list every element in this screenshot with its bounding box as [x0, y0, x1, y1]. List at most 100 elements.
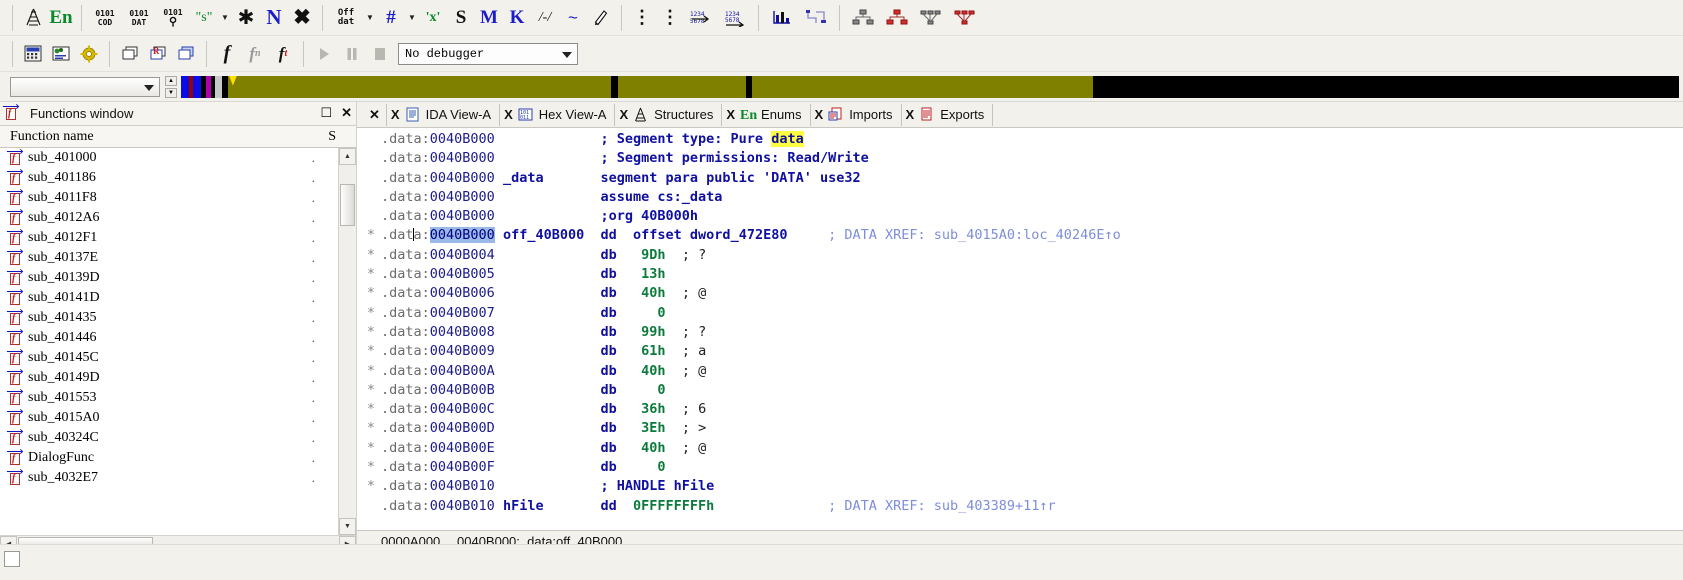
variable-x-icon[interactable]: 'x': [419, 4, 447, 32]
wave-icon[interactable]: ~: [559, 4, 587, 32]
copy-windows-icon[interactable]: [116, 40, 144, 68]
list-colon-icon[interactable]: ⋮: [628, 4, 656, 32]
close-icon[interactable]: X: [726, 107, 735, 122]
debug-run-icon[interactable]: [310, 40, 338, 68]
list-semicolon-icon[interactable]: ⋮: [656, 4, 684, 32]
disassembly-line[interactable]: * .data:0040B009 db 61h ; a: [357, 342, 1683, 361]
disassembly-line[interactable]: * .data:0040B007 db 0: [357, 304, 1683, 323]
function-list-item[interactable]: ⟶ f sub_401553.: [0, 386, 337, 408]
function-fn-icon[interactable]: fn: [241, 40, 269, 68]
keyword-k-icon[interactable]: K: [503, 4, 531, 32]
close-icon[interactable]: ✕: [341, 105, 352, 121]
debug-pause-icon[interactable]: [338, 40, 366, 68]
disassembly-line[interactable]: * .data:0040B00E db 40h ; @: [357, 439, 1683, 458]
debug-stop-icon[interactable]: [366, 40, 394, 68]
close-icon[interactable]: X: [619, 107, 628, 122]
disassembly-line[interactable]: * .data:0040B00F db 0: [357, 458, 1683, 477]
function-list-item[interactable]: ⟶ f sub_4012F1.: [0, 226, 337, 248]
maximize-icon[interactable]: ☐: [320, 105, 332, 121]
function-list-item[interactable]: ⟶ f sub_4011F8.: [0, 186, 337, 208]
enums-en-icon[interactable]: En: [47, 4, 75, 32]
graph-flow-icon[interactable]: [799, 4, 833, 32]
name-n-icon[interactable]: N: [260, 4, 288, 32]
xref-from-icon[interactable]: [846, 4, 880, 32]
scroll-up-arrow-icon[interactable]: ▲: [339, 148, 356, 165]
function-list-item[interactable]: ⟶ f sub_401446.: [0, 326, 337, 348]
jump-address-combo[interactable]: [10, 76, 160, 97]
function-f-icon[interactable]: f: [213, 40, 241, 68]
tab-exports[interactable]: X Exports: [902, 103, 994, 126]
data-0101dat-icon[interactable]: 0101 DAT: [122, 4, 156, 32]
tile-windows-icon[interactable]: [172, 40, 200, 68]
disassembly-line[interactable]: .data:0040B000 assume cs:_data: [357, 188, 1683, 207]
disassembly-line[interactable]: * .data:0040B00B db 0: [357, 381, 1683, 400]
tab-enums[interactable]: X En Enums: [722, 103, 811, 126]
disassembly-line[interactable]: .data:0040B000 _data segment para public…: [357, 169, 1683, 188]
navband-zoom-out[interactable]: ▼: [165, 87, 177, 98]
function-list-item[interactable]: ⟶ f sub_40137E.: [0, 246, 337, 268]
scroll-down-arrow-icon[interactable]: ▼: [339, 518, 356, 535]
disassembly-line[interactable]: * .data:0040B006 db 40h ; @: [357, 284, 1683, 303]
close-icon[interactable]: X: [504, 107, 513, 122]
chevron-down-icon-offset[interactable]: ▼: [363, 4, 377, 32]
disassembly-line[interactable]: * .data:0040B010 ; HANDLE hFile: [357, 477, 1683, 496]
function-list-item[interactable]: ⟶ f sub_4015A0.: [0, 406, 337, 428]
open-subviews-icon[interactable]: [19, 4, 47, 32]
disassembly-line[interactable]: * .data:0040B00C db 36h ; 6: [357, 400, 1683, 419]
function-list-item[interactable]: ⟶ f sub_4032E7.: [0, 466, 337, 488]
tab-imports[interactable]: X Imports: [811, 103, 902, 126]
function-list-item[interactable]: ⟶ f sub_40324C.: [0, 426, 337, 448]
column-header-function-name[interactable]: Function name: [10, 129, 94, 145]
reset-window-icon[interactable]: R: [144, 40, 172, 68]
debugger-select[interactable]: No debugger: [398, 42, 578, 65]
functions-window-titlebar[interactable]: ⟶ f Functions window ☐ ✕: [0, 102, 356, 126]
undefine-asterisk-icon[interactable]: ✱: [232, 4, 260, 32]
view-tabbar[interactable]: ✕ X IDA View-A X 101 011 Hex View-A X Structure…: [357, 102, 1683, 128]
tab-hex-view-a[interactable]: X 101 011 Hex View-A: [500, 103, 616, 126]
hash-number-icon[interactable]: #: [377, 4, 405, 32]
pencil-edit-icon[interactable]: [587, 4, 615, 32]
navband-zoom-in[interactable]: ▲: [165, 75, 177, 86]
call-graph-icon[interactable]: [914, 4, 948, 32]
function-list-item[interactable]: ⟶ f sub_4012A6.: [0, 206, 337, 228]
manual-m-icon[interactable]: M: [475, 4, 503, 32]
close-icon[interactable]: X: [906, 107, 915, 122]
struct-s-icon[interactable]: S: [447, 4, 475, 32]
chevron-down-icon-number[interactable]: ▼: [405, 4, 419, 32]
user-xref-icon[interactable]: [948, 4, 982, 32]
function-list-item[interactable]: ⟶ f sub_401186.: [0, 166, 337, 188]
disassembly-line[interactable]: * .data:0040B000 off_40B000 dd offset dwo…: [357, 226, 1683, 245]
string-quote-icon[interactable]: "s": [190, 4, 218, 32]
tab-structures[interactable]: X Structures: [615, 103, 723, 126]
functions-vertical-scrollbar[interactable]: ▲ ▼: [338, 148, 356, 535]
function-ft-icon[interactable]: ft: [269, 40, 297, 68]
column-header-segment[interactable]: S: [328, 129, 336, 145]
disassembly-line[interactable]: .data:0040B010 hFile dd 0FFFFFFFFh ; DAT…: [357, 497, 1683, 516]
disassembly-line[interactable]: * .data:0040B004 db 9Dh ; ?: [357, 246, 1683, 265]
function-list-item[interactable]: ⟶ f sub_40139D.: [0, 266, 337, 288]
jump-to-icon[interactable]: 1234 5678: [684, 4, 718, 32]
function-list-item[interactable]: ⟶ f DialogFunc.: [0, 446, 337, 468]
disassembly-line[interactable]: * .data:0040B005 db 13h: [357, 265, 1683, 284]
disassembly-line[interactable]: * .data:0040B00D db 3Eh ; >: [357, 419, 1683, 438]
close-icon[interactable]: X: [815, 107, 824, 122]
tab-ida-view-a[interactable]: X IDA View-A: [387, 103, 501, 126]
disassembly-listing[interactable]: .data:0040B000 ; Segment type: Pure data…: [357, 128, 1683, 530]
functions-list[interactable]: ⟶fsub_401000.⟶fsub_401186.⟶fsub_4011F8.⟶…: [0, 148, 337, 535]
disassembly-line[interactable]: .data:0040B000 ; Segment permissions: Re…: [357, 149, 1683, 168]
disassembly-line[interactable]: .data:0040B000 ;org 40B000h: [357, 207, 1683, 226]
array-icon[interactable]: /-/: [531, 4, 559, 32]
function-list-item[interactable]: ⟶ f sub_40141D.: [0, 286, 337, 308]
patch-program-icon[interactable]: [47, 40, 75, 68]
navband-zoom-spinner[interactable]: ▲ ▼: [165, 75, 177, 98]
offset-offdat-icon[interactable]: Off dat: [329, 4, 363, 32]
xref-to-icon[interactable]: [880, 4, 914, 32]
function-list-item[interactable]: ⟶ f sub_401435.: [0, 306, 337, 328]
ascii-0101-icon[interactable]: 0101 ⚲: [156, 4, 190, 32]
function-list-item[interactable]: ⟶ f sub_40149D.: [0, 366, 337, 388]
graph-bar-icon[interactable]: [765, 4, 799, 32]
delete-x-icon[interactable]: ✖: [288, 4, 316, 32]
disassembly-line[interactable]: .data:0040B000 ; Segment type: Pure data: [357, 130, 1683, 149]
function-list-item[interactable]: ⟶f sub_401000.: [0, 148, 337, 168]
close-icon[interactable]: X: [391, 107, 400, 122]
